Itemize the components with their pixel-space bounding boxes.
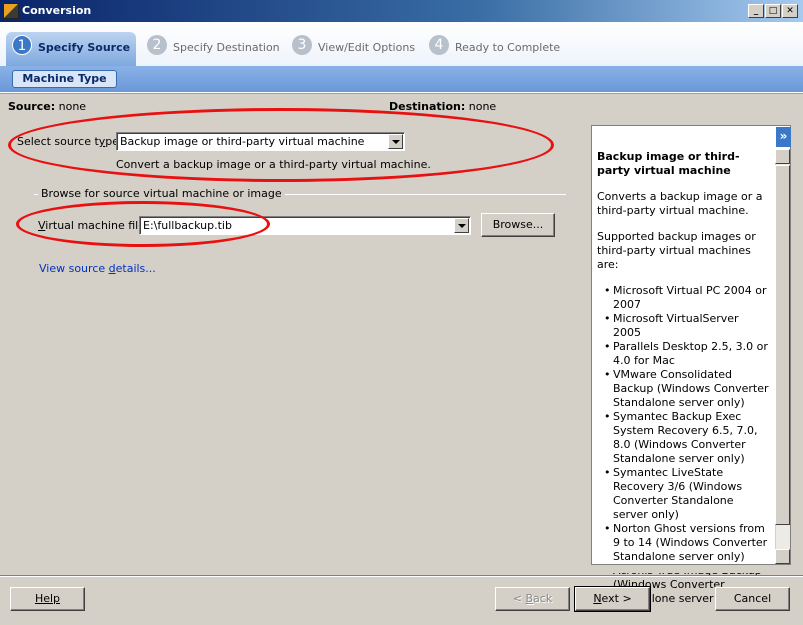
view-source-details-link[interactable]: View source details... (39, 262, 156, 275)
source-summary: Source: none (8, 100, 86, 113)
source-type-value: Backup image or third-party virtual mach… (120, 135, 365, 148)
details-link-mnemonic: d (108, 262, 116, 275)
next-button[interactable]: Next > (574, 586, 651, 612)
details-link-part: View source (39, 262, 109, 275)
help-intro: Converts a backup image or a third-party… (597, 190, 763, 217)
vm-file-input[interactable]: E:\fullbackup.tib (139, 216, 471, 235)
step-2-label: Specify Destination (173, 41, 280, 54)
destination-summary: Destination: none (389, 100, 496, 113)
step-1-number: 1 (12, 35, 32, 55)
list-item: VMware Consolidated Backup (Windows Conv… (597, 368, 769, 410)
browse-button[interactable]: Browse... (481, 213, 555, 237)
step-1-label: Specify Source (38, 41, 131, 54)
step-4-label: Ready to Complete (455, 41, 561, 54)
source-type-select[interactable]: Backup image or third-party virtual mach… (116, 132, 405, 151)
destination-value: none (468, 100, 497, 113)
vm-file-label: Virtual machine file: (38, 219, 149, 232)
supported-formats-list: Microsoft Virtual PC 2004 or 2007 Micros… (597, 284, 769, 606)
minimize-button[interactable]: _ (748, 4, 764, 18)
back-button[interactable]: < Back (495, 587, 570, 611)
source-type-label-part: Select source t (17, 135, 99, 148)
collapse-panel-icon[interactable]: » (776, 127, 791, 147)
back-button-label: < (512, 592, 526, 605)
help-panel-border-bottom (591, 564, 791, 565)
subtab-strip (0, 66, 803, 92)
browse-group-title: Browse for source virtual machine or ima… (38, 187, 285, 200)
help-button[interactable]: Help (10, 587, 85, 611)
vm-file-value: E:\fullbackup.tib (143, 219, 232, 232)
subtab-machine-type[interactable]: Machine Type (12, 70, 117, 88)
back-button-mnemonic: B (525, 592, 534, 605)
step-view-edit-options[interactable]: 3 View/Edit Options (292, 31, 416, 67)
list-item: Symantec Backup Exec System Recovery 6.5… (597, 410, 769, 466)
step-4-number: 4 (429, 35, 449, 55)
step-ready-to-complete[interactable]: 4 Ready to Complete (429, 31, 561, 67)
help-content: Backup image or third-party virtual mach… (597, 150, 769, 606)
help-button-label: Help (34, 592, 61, 605)
source-type-label: Select source type: (17, 135, 123, 148)
source-value: none (58, 100, 87, 113)
list-item: Microsoft VirtualServer 2005 (597, 312, 769, 340)
cancel-button[interactable]: Cancel (715, 587, 790, 611)
step-3-number: 3 (292, 35, 312, 55)
list-item: Symantec LiveState Recovery 3/6 (Windows… (597, 466, 769, 522)
step-3-label: View/Edit Options (318, 41, 416, 54)
step-specify-source[interactable]: 1 Specify Source (12, 31, 136, 67)
next-button-label: ext > (601, 592, 632, 605)
chevron-down-icon[interactable] (388, 134, 403, 149)
source-label: Source: (8, 100, 56, 113)
header-divider (0, 92, 803, 94)
footer-divider (0, 575, 803, 577)
back-button-label: ack (533, 592, 553, 605)
scroll-down-icon[interactable] (775, 549, 790, 564)
chevron-down-icon[interactable] (454, 218, 469, 233)
app-icon (3, 3, 19, 19)
window-title: Conversion (22, 4, 92, 17)
help-title: Backup image or third-party virtual mach… (597, 150, 740, 177)
list-item: Parallels Desktop 2.5, 3.0 or 4.0 for Ma… (597, 340, 769, 368)
step-2-number: 2 (147, 35, 167, 55)
scroll-up-icon[interactable] (775, 149, 790, 164)
title-bar[interactable]: Conversion _ □ ✕ (0, 0, 803, 22)
close-button[interactable]: ✕ (782, 4, 798, 18)
step-specify-destination[interactable]: 2 Specify Destination (147, 31, 280, 67)
maximize-button[interactable]: □ (765, 4, 781, 18)
details-link-part: etails... (115, 262, 156, 275)
help-supported-heading: Supported backup images or third-party v… (597, 230, 756, 271)
vm-file-label-part: irtual machine file: (45, 219, 149, 232)
destination-label: Destination: (389, 100, 466, 113)
help-scrollbar-thumb[interactable] (775, 165, 790, 525)
next-button-mnemonic: N (593, 592, 602, 605)
source-type-description: Convert a backup image or a third-party … (116, 158, 431, 171)
help-panel-bottom-edge (591, 565, 791, 573)
list-item: Microsoft Virtual PC 2004 or 2007 (597, 284, 769, 312)
list-item: Norton Ghost versions from 9 to 14 (Wind… (597, 522, 769, 564)
